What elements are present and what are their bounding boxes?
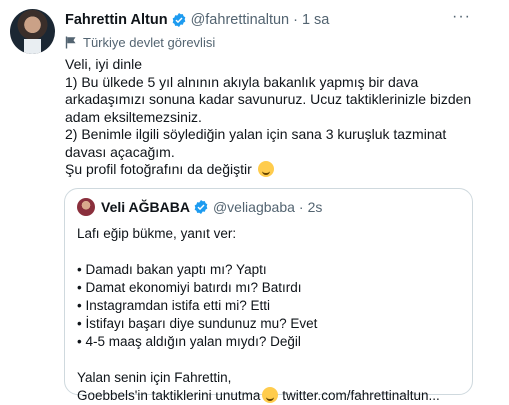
government-label-text: Türkiye devlet görevlisi — [83, 35, 216, 50]
tweet-line: Veli, iyi dinle — [65, 56, 143, 72]
tweet-body: Veli, iyi dinle 1) Bu ülkede 5 yıl alnın… — [65, 56, 485, 179]
quoted-author-name: Veli AĞBABA — [101, 199, 190, 215]
quoted-tweet-body: Lafı eğip bükme, yanıt ver: • Damadı bak… — [77, 225, 462, 405]
tweet: Fahrettin Altun @fahrettinaltun · 1 sa ·… — [0, 0, 509, 404]
quote-outro-last: Goebbels'in taktiklerini unutma twitter.… — [77, 387, 462, 405]
quoted-tweet-header: Veli AĞBABA @veliagbaba · 2s — [77, 198, 322, 216]
tweet-line: davası açacağım. — [65, 143, 175, 160]
tweet-line: 1) Bu ülkede 5 yıl alnının akıyla bakanl… — [65, 73, 419, 90]
separator: · — [293, 12, 298, 28]
tweet-header: Fahrettin Altun @fahrettinaltun · 1 sa — [65, 10, 329, 30]
verified-badge-icon — [194, 200, 208, 214]
quote-outro: Yalan senin için Fahrettin, — [77, 370, 232, 385]
quote-bullet: • Damat ekonomiyi batırdı mı? Batırdı — [77, 280, 302, 295]
emoji-icon — [257, 161, 274, 177]
quoted-timestamp: 2s — [307, 199, 323, 215]
timestamp[interactable]: 1 sa — [302, 12, 329, 28]
quote-link[interactable]: twitter.com/fahrettinaltun... — [278, 388, 440, 403]
quoted-author-handle: @veliagbaba — [212, 199, 295, 215]
government-label: Türkiye devlet görevlisi — [65, 35, 215, 50]
quote-bullet: • Damadı bakan yaptı mı? Yaptı — [77, 262, 267, 277]
tweet-line: arkadaşımızı sonuna kadar savunuruz. Ucu… — [65, 91, 472, 107]
emoji-icon — [262, 387, 279, 403]
quoted-avatar — [77, 198, 95, 216]
more-icon[interactable]: ··· — [452, 8, 471, 26]
quote-bullet: • 4-5 maaş aldığın yalan mıydı? Değil — [77, 334, 301, 349]
quote-outro-text: Goebbels'in taktiklerini unutma — [77, 388, 261, 403]
quote-intro: Lafı eğip bükme, yanıt ver: — [77, 226, 237, 241]
quote-bullet: • Instagramdan istifa etti mi? Etti — [77, 298, 271, 313]
quote-bullet: • İstifayı başarı diye sundunuz mu? Evet — [77, 316, 318, 331]
author-handle[interactable]: @fahrettinaltun — [191, 12, 290, 28]
author-name[interactable]: Fahrettin Altun — [65, 12, 168, 28]
verified-badge-icon — [172, 13, 185, 27]
tweet-line: Şu profil fotoğrafını da değiştir — [65, 161, 252, 177]
tweet-line: adam eksiltemezsiniz. — [65, 108, 202, 125]
tweet-line-last: Şu profil fotoğrafını da değiştir — [65, 161, 485, 179]
separator: · — [298, 199, 304, 215]
quoted-tweet[interactable]: Veli AĞBABA @veliagbaba · 2s Lafı eğip b… — [64, 188, 473, 403]
avatar[interactable] — [10, 9, 55, 54]
tweet-line: 2) Benimle ilgili söylediğin yalan için … — [65, 126, 447, 142]
flag-icon — [65, 36, 76, 49]
